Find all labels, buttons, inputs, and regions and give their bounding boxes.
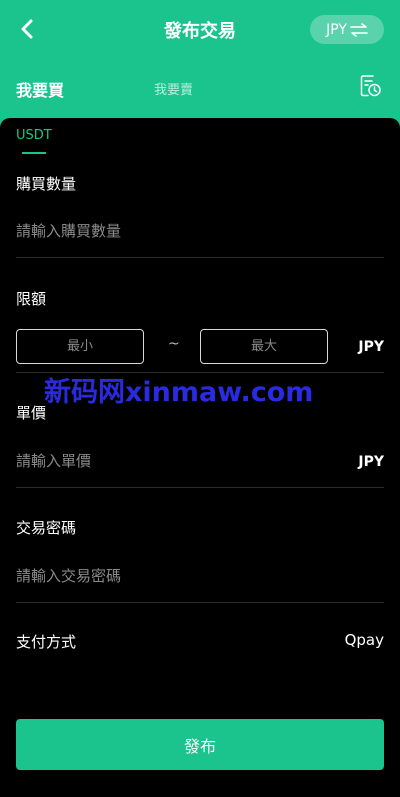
header: 發布交易 JPY 我要買 我要賣 — [0, 0, 400, 118]
order-history-icon[interactable] — [358, 74, 382, 98]
submit-button[interactable]: 發布 — [16, 719, 384, 770]
divider — [16, 487, 384, 488]
payment-method-select[interactable]: Qpay — [345, 631, 384, 649]
divider — [16, 257, 384, 258]
divider — [16, 602, 384, 603]
tab-sell[interactable]: 我要賣 — [154, 79, 193, 98]
coin-tab-usdt[interactable]: USDT — [16, 128, 52, 143]
payment-label: 支付方式 — [16, 633, 77, 651]
limit-max-input[interactable] — [200, 329, 328, 364]
limit-min-input[interactable] — [16, 329, 144, 364]
currency-label: JPY — [326, 21, 347, 38]
price-label: 單價 — [16, 404, 47, 422]
swap-arrows-icon — [350, 22, 368, 37]
currency-switch-button[interactable]: JPY — [310, 15, 384, 44]
limit-separator: ~ — [168, 336, 180, 352]
password-input[interactable] — [16, 561, 384, 591]
price-input[interactable] — [16, 446, 336, 476]
form-panel: USDT 購買數量 限額 ~ JPY 單價 JPY 交易密碼 支付方式 Qpay… — [0, 118, 400, 797]
quantity-label: 購買數量 — [16, 175, 77, 193]
tab-buy[interactable]: 我要買 — [16, 77, 64, 101]
quantity-input[interactable] — [16, 216, 384, 246]
password-label: 交易密碼 — [16, 519, 77, 537]
limit-label: 限額 — [16, 290, 47, 308]
watermark: 新码网xinmaw.com — [44, 377, 314, 408]
coin-tab-indicator — [22, 152, 46, 154]
limit-currency: JPY — [358, 339, 384, 355]
price-currency: JPY — [358, 454, 384, 470]
